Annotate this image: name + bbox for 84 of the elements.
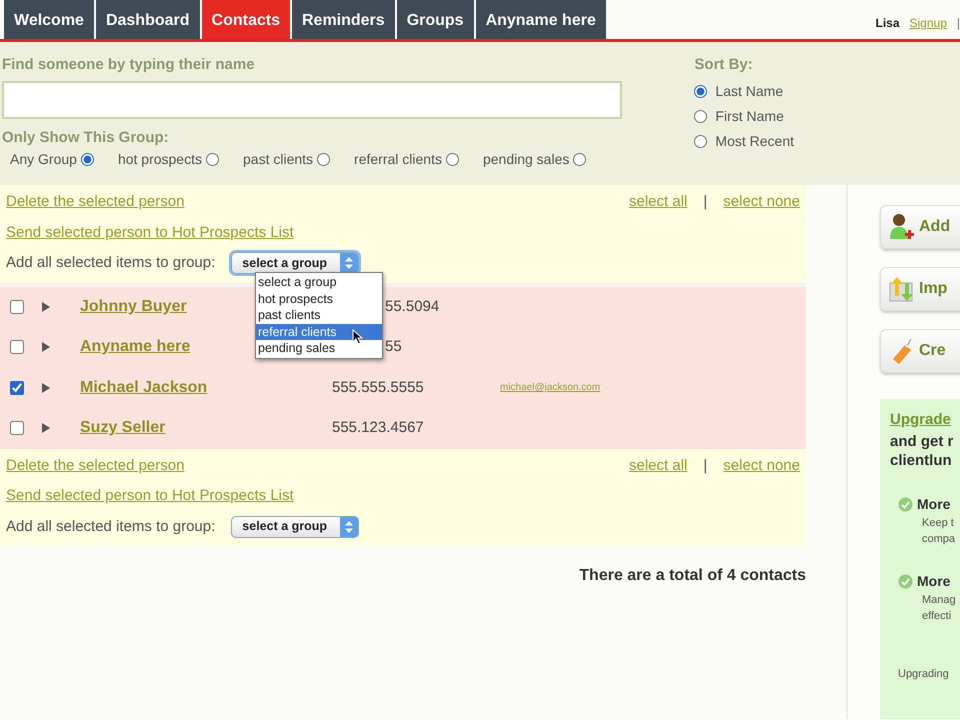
feature-text: compa bbox=[922, 532, 956, 546]
user-name: Lisa bbox=[875, 15, 900, 32]
nav-tab[interactable]: Dashboard bbox=[96, 0, 200, 39]
group-option-label: Any Group bbox=[10, 150, 77, 169]
total-count: There are a total of 4 contacts bbox=[578, 566, 806, 586]
dropdown-option[interactable]: past clients bbox=[256, 307, 382, 324]
upgrade-link[interactable]: Upgrade bbox=[890, 409, 951, 432]
sort-option-label: Last Name bbox=[715, 82, 784, 100]
phone-text: 555.555.5555 bbox=[332, 378, 424, 396]
phone-text: 55.5094 bbox=[384, 298, 440, 314]
separator: | bbox=[956, 15, 960, 32]
signup-link[interactable]: Signup bbox=[910, 14, 947, 32]
feature-text: Manag bbox=[922, 592, 957, 608]
contact-name-link[interactable]: Anyname here bbox=[80, 338, 190, 356]
group-option-label: hot prospects bbox=[118, 150, 202, 169]
row-checkbox[interactable] bbox=[10, 340, 24, 354]
sidebar-button[interactable]: Add bbox=[880, 205, 960, 249]
sort-option-label: Most Recent bbox=[715, 132, 794, 150]
group-radio[interactable] bbox=[317, 153, 330, 166]
sort-label: Sort By: bbox=[694, 55, 754, 75]
upgrade-footer: Upgrading bbox=[890, 666, 960, 682]
contact-name-link[interactable]: Suzy Seller bbox=[80, 419, 166, 436]
upgrade-text: clientlun bbox=[890, 450, 953, 470]
check-icon bbox=[898, 574, 913, 588]
group-select[interactable]: select a group bbox=[231, 252, 360, 274]
send-link[interactable]: Send selected person to Hot Prospects List bbox=[6, 487, 294, 504]
select-none-link[interactable]: select none bbox=[723, 454, 800, 477]
group-radio[interactable] bbox=[446, 153, 459, 166]
feature-title: More bbox=[917, 494, 950, 514]
check-icon bbox=[898, 496, 913, 512]
select-arrows-icon bbox=[340, 516, 358, 537]
expand-icon[interactable] bbox=[42, 382, 50, 393]
person-add-icon bbox=[889, 213, 915, 241]
group-radio[interactable] bbox=[80, 153, 94, 166]
row-checkbox[interactable] bbox=[10, 421, 24, 436]
group-select[interactable]: select a group bbox=[231, 516, 360, 538]
expand-icon[interactable] bbox=[42, 342, 50, 352]
upgrade-text: and get r bbox=[890, 432, 954, 450]
group-option-label: past clients bbox=[243, 150, 314, 169]
email-link[interactable]: michael@jackson.com bbox=[500, 380, 600, 396]
group-option-label: pending sales bbox=[482, 150, 570, 169]
group-select-label: Add all selected items to group: bbox=[6, 516, 216, 536]
sort-radio[interactable] bbox=[694, 110, 708, 122]
separator: | bbox=[703, 192, 708, 212]
pointer-icon bbox=[352, 329, 363, 345]
group-select-label: Add all selected items to group: bbox=[6, 253, 216, 273]
group-radio[interactable] bbox=[206, 153, 219, 166]
send-link[interactable]: Send selected person to Hot Prospects List bbox=[6, 224, 294, 240]
select-all-link[interactable]: select all bbox=[629, 454, 688, 477]
dropdown-option[interactable]: select a group bbox=[256, 274, 382, 290]
delete-link[interactable]: Delete the selected person bbox=[6, 454, 184, 477]
feature-title: More bbox=[917, 572, 950, 590]
feature-text: effecti bbox=[922, 608, 952, 624]
group-radio[interactable] bbox=[573, 153, 586, 166]
select-all-link[interactable]: select all bbox=[629, 191, 688, 214]
group-option-label: referral clients bbox=[354, 150, 442, 169]
contact-name-link[interactable]: Johnny Buyer bbox=[80, 298, 187, 315]
nav-tab[interactable]: Contacts bbox=[202, 0, 290, 39]
contact-name-link[interactable]: Michael Jackson bbox=[80, 378, 208, 396]
sort-radio[interactable] bbox=[694, 134, 708, 148]
separator: | bbox=[703, 456, 708, 476]
phone-text: 555.123.4567 bbox=[332, 419, 424, 436]
group-filter-label: Only Show This Group: bbox=[2, 128, 170, 148]
dropdown-option[interactable]: pending sales bbox=[256, 340, 382, 356]
sidebar-button[interactable]: Cre bbox=[880, 329, 960, 373]
feature-text: Keep t bbox=[922, 516, 955, 530]
expand-icon[interactable] bbox=[42, 302, 50, 312]
nav-tab[interactable]: Anyname here bbox=[476, 0, 606, 39]
row-checkbox[interactable] bbox=[10, 380, 24, 395]
import-arrows-icon bbox=[889, 275, 915, 303]
nav-tab[interactable]: Reminders bbox=[292, 0, 395, 39]
sort-option-label: First Name bbox=[715, 106, 784, 126]
row-checkbox[interactable] bbox=[10, 300, 24, 314]
select-none-link[interactable]: select none bbox=[723, 191, 800, 214]
delete-link[interactable]: Delete the selected person bbox=[6, 191, 184, 214]
dropdown-option[interactable]: referral clients bbox=[256, 324, 382, 340]
sort-radio[interactable] bbox=[694, 84, 708, 98]
nav-tab[interactable]: Welcome bbox=[4, 0, 94, 39]
search-label: Find someone by typing their name bbox=[2, 55, 256, 75]
expand-icon[interactable] bbox=[42, 423, 50, 434]
nav-tab[interactable]: Groups bbox=[396, 0, 474, 39]
sidebar-button[interactable]: Imp bbox=[880, 267, 960, 311]
dropdown-option[interactable]: hot prospects bbox=[256, 290, 382, 307]
search-field[interactable] bbox=[2, 80, 622, 118]
